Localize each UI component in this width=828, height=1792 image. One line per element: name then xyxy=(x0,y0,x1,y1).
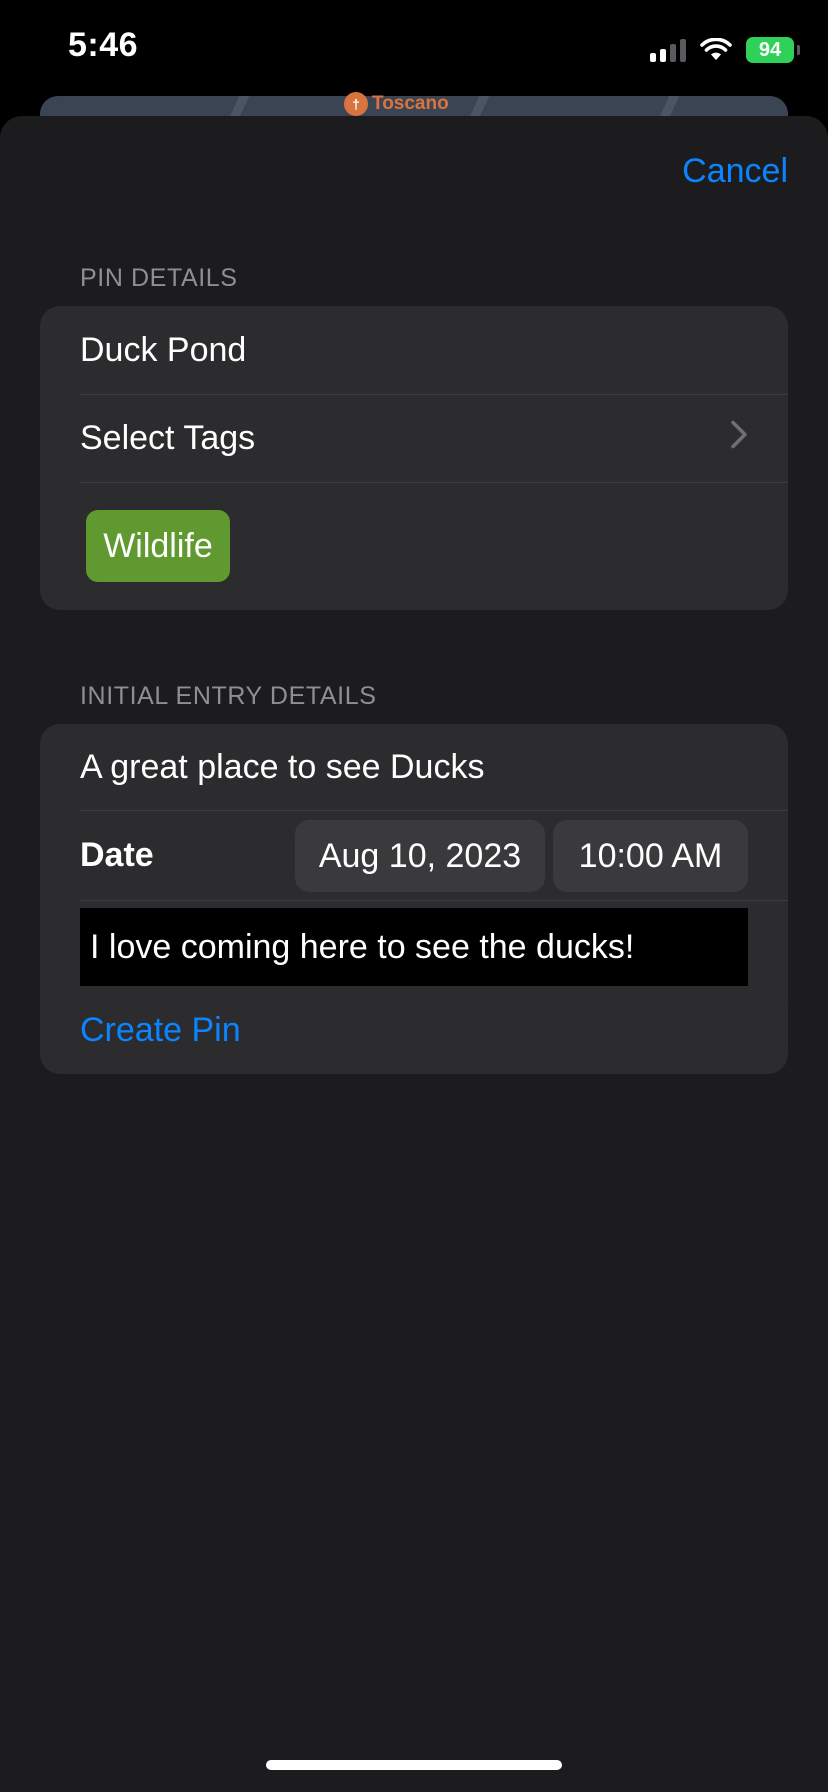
date-picker-button[interactable]: Aug 10, 2023 xyxy=(295,820,545,892)
status-icons: 94 xyxy=(650,36,800,64)
chevron-right-icon xyxy=(730,419,748,458)
restaurant-icon: † xyxy=(344,92,368,116)
time-picker-button[interactable]: 10:00 AM xyxy=(553,820,748,892)
entry-title-field[interactable]: A great place to see Ducks xyxy=(40,724,788,810)
status-bar: 5:46 94 xyxy=(0,0,828,100)
cancel-button[interactable]: Cancel xyxy=(682,152,788,191)
create-pin-sheet: Cancel PIN DETAILS Duck Pond Select Tags… xyxy=(0,116,828,1792)
battery-icon: 94 xyxy=(746,37,800,63)
wifi-icon xyxy=(700,38,732,60)
map-place-name: Toscano xyxy=(372,93,449,114)
status-time: 5:46 xyxy=(68,26,139,64)
initial-entry-header: INITIAL ENTRY DETAILS xyxy=(80,682,377,710)
divider xyxy=(80,482,788,483)
tag-chip-wildlife[interactable]: Wildlife xyxy=(86,510,230,582)
date-label: Date xyxy=(80,836,154,874)
select-tags-row[interactable]: Select Tags xyxy=(40,395,788,482)
map-place-label: † Toscano xyxy=(344,92,449,116)
create-pin-button[interactable]: Create Pin xyxy=(40,986,788,1074)
entry-title-value: A great place to see Ducks xyxy=(80,747,485,786)
initial-entry-group: A great place to see Ducks Date Aug 10, … xyxy=(40,724,788,1030)
cellular-signal-icon xyxy=(650,38,686,62)
divider xyxy=(80,900,788,901)
select-tags-label: Select Tags xyxy=(80,419,256,457)
battery-percent: 94 xyxy=(758,38,782,61)
pin-name-value: Duck Pond xyxy=(80,330,247,369)
divider xyxy=(80,810,788,811)
pin-details-group: Duck Pond Select Tags Wildlife xyxy=(40,306,788,610)
pin-name-field[interactable]: Duck Pond xyxy=(40,306,788,394)
home-indicator xyxy=(266,1760,562,1770)
pin-details-header: PIN DETAILS xyxy=(80,264,238,292)
